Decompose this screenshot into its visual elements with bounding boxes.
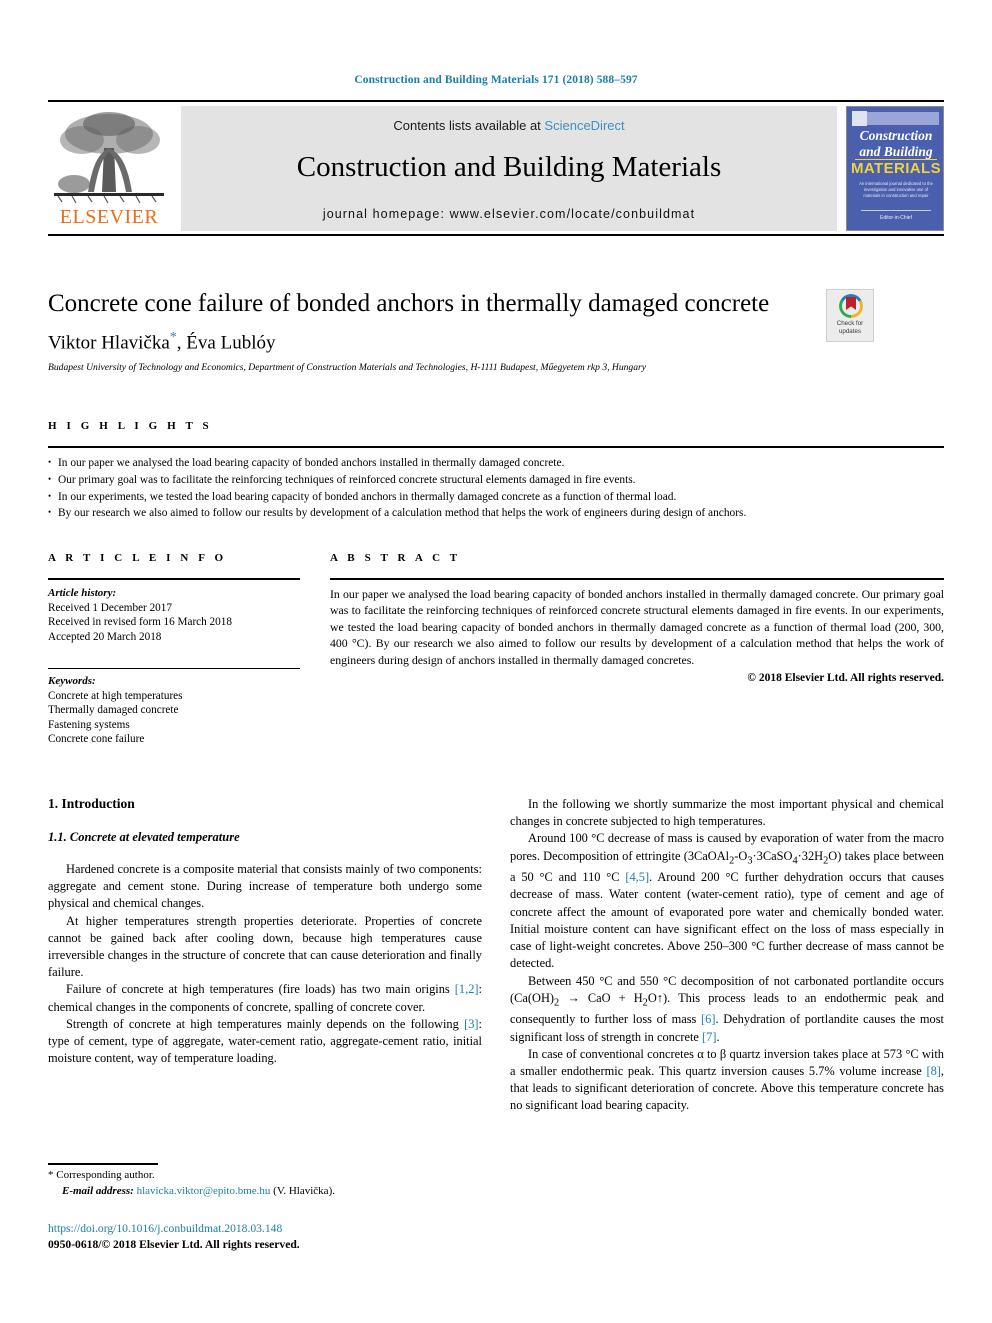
abstract-rule — [330, 578, 944, 580]
list-item: Our primary goal was to facilitate the r… — [48, 471, 944, 489]
email-note: E-mail address: hlavicka.viktor@epito.bm… — [48, 1184, 488, 1200]
masthead-top-rule — [48, 100, 944, 102]
paragraph: Failure of concrete at high temperatures… — [48, 982, 482, 1014]
highlights-list: In our paper we analysed the load bearin… — [48, 454, 944, 522]
footnote-block: * Corresponding author. E-mail address: … — [48, 1168, 488, 1199]
keywords-heading: Keywords: — [48, 675, 96, 687]
article-history-heading: Article history: — [48, 587, 117, 599]
cover-blurb: An international journal dedicated to th… — [859, 181, 933, 198]
paragraph: Hardened concrete is a composite materia… — [48, 862, 482, 911]
list-item: In our paper we analysed the load bearin… — [48, 454, 944, 472]
crossmark-badge[interactable]: Check for updates — [826, 289, 874, 342]
cover-title-line1: Construction — [859, 128, 933, 143]
journal-cover-thumbnail[interactable]: Construction and Building MATERIALS An i… — [846, 106, 944, 231]
article-info-label: A R T I C L E I N F O — [48, 552, 227, 564]
journal-masthead: ELSEVIER Contents lists available at Sci… — [48, 100, 944, 236]
citation-link[interactable]: [6] — [701, 1012, 715, 1026]
highlights-rule — [48, 446, 944, 448]
contents-prefix: Contents lists available at — [393, 118, 541, 133]
crossmark-label: Check for updates — [827, 320, 873, 336]
citation-link[interactable]: [4,5] — [625, 870, 649, 884]
email-link[interactable]: hlavicka.viktor@epito.bme.hu — [137, 1185, 271, 1197]
email-label: E-mail address: — [62, 1184, 134, 1197]
cover-title-line3: MATERIALS — [851, 160, 941, 177]
footnote-rule — [48, 1163, 158, 1165]
keyword-item: Thermally damaged concrete — [48, 704, 179, 717]
journal-homepage-link[interactable]: journal homepage: www.elsevier.com/locat… — [181, 207, 837, 221]
abstract-text: In our paper we analysed the load bearin… — [330, 587, 944, 667]
cover-title-line2: and Building — [859, 144, 933, 159]
sciencedirect-link[interactable]: ScienceDirect — [544, 118, 624, 133]
abstract-label: A B S T R A C T — [330, 552, 461, 564]
keywords-rule — [48, 668, 300, 669]
elsevier-tree-icon — [54, 112, 164, 204]
body-column-left: 1. Introduction 1.1. Concrete at elevate… — [48, 796, 482, 1067]
article-info-rule — [48, 578, 300, 580]
citation-link[interactable]: [8] — [926, 1064, 940, 1078]
section-heading-introduction: 1. Introduction — [48, 796, 135, 811]
elsevier-logo: ELSEVIER — [48, 106, 170, 231]
footnote-star-marker: * — [48, 1169, 54, 1181]
running-head: Construction and Building Materials 171 … — [354, 74, 638, 86]
issn-copyright: 0950-0618/© 2018 Elsevier Ltd. All right… — [48, 1238, 300, 1251]
crossmark-label-line2: updates — [838, 328, 862, 335]
citation-link[interactable]: [1,2] — [455, 982, 479, 996]
keyword-item: Concrete cone failure — [48, 733, 145, 746]
citation-link[interactable]: [7] — [702, 1030, 716, 1044]
article-history-block: Article history: Received 1 December 201… — [48, 586, 300, 644]
contents-line: Contents lists available at ScienceDirec… — [181, 118, 837, 133]
keyword-item: Concrete at high temperatures — [48, 689, 183, 702]
cover-footer-divider — [861, 210, 931, 211]
email-owner: (V. Hlavička). — [273, 1184, 335, 1197]
keywords-block: Keywords: Concrete at high temperatures … — [48, 674, 300, 747]
author-rest: , Éva Lublóy — [176, 332, 276, 354]
paragraph: In case of conventional concretes α to β… — [510, 1046, 944, 1113]
cover-elsevier-mark-icon — [852, 111, 867, 126]
list-item: By our research we also aimed to follow … — [48, 504, 944, 522]
cover-footer-text: Editor-in-Chief — [880, 215, 912, 221]
masthead-bottom-rule — [48, 234, 944, 236]
page-title: Concrete cone failure of bonded anchors … — [48, 290, 770, 317]
paragraph: In the following we shortly summarize th… — [510, 797, 944, 829]
author-list: Viktor Hlavička*, Éva Lublóy — [48, 330, 808, 354]
paragraph: Around 100 °C decrease of mass is caused… — [510, 831, 944, 971]
author-first: Viktor Hlavička — [48, 332, 170, 354]
doi-link[interactable]: https://doi.org/10.1016/j.conbuildmat.20… — [48, 1222, 488, 1235]
elsevier-wordmark: ELSEVIER — [59, 206, 159, 228]
journal-title: Construction and Building Materials — [296, 151, 722, 183]
paragraph: Between 450 °C and 550 °C decomposition … — [510, 973, 944, 1044]
crossmark-label-line1: Check for — [836, 320, 864, 327]
corresponding-author-text: Corresponding author. — [56, 1169, 155, 1181]
abstract-copyright: © 2018 Elsevier Ltd. All rights reserved… — [747, 672, 944, 684]
paragraph: Strength of concrete at high temperature… — [48, 1016, 482, 1066]
paragraph: At higher temperatures strength properti… — [48, 913, 482, 980]
article-history-received: Received 1 December 2017 — [48, 601, 172, 614]
body-column-right: In the following we shortly summarize th… — [510, 796, 944, 1115]
article-history-revised: Received in revised form 16 March 2018 — [48, 616, 232, 629]
author-affiliation: Budapest University of Technology and Ec… — [48, 362, 647, 373]
corresponding-author-note: * Corresponding author. — [48, 1168, 488, 1184]
keyword-item: Fastening systems — [48, 718, 130, 731]
subsection-heading: 1.1. Concrete at elevated temperature — [48, 830, 240, 844]
list-item: In our experiments, we tested the load b… — [48, 488, 944, 506]
citation-link[interactable]: [3] — [464, 1017, 478, 1031]
journal-article-page: Construction and Building Materials 171 … — [0, 0, 992, 1323]
corresponding-author-marker: * — [169, 330, 177, 345]
article-history-accepted: Accepted 20 March 2018 — [48, 630, 162, 643]
highlights-label: H I G H L I G H T S — [48, 420, 213, 432]
journal-band: Contents lists available at ScienceDirec… — [181, 106, 837, 231]
